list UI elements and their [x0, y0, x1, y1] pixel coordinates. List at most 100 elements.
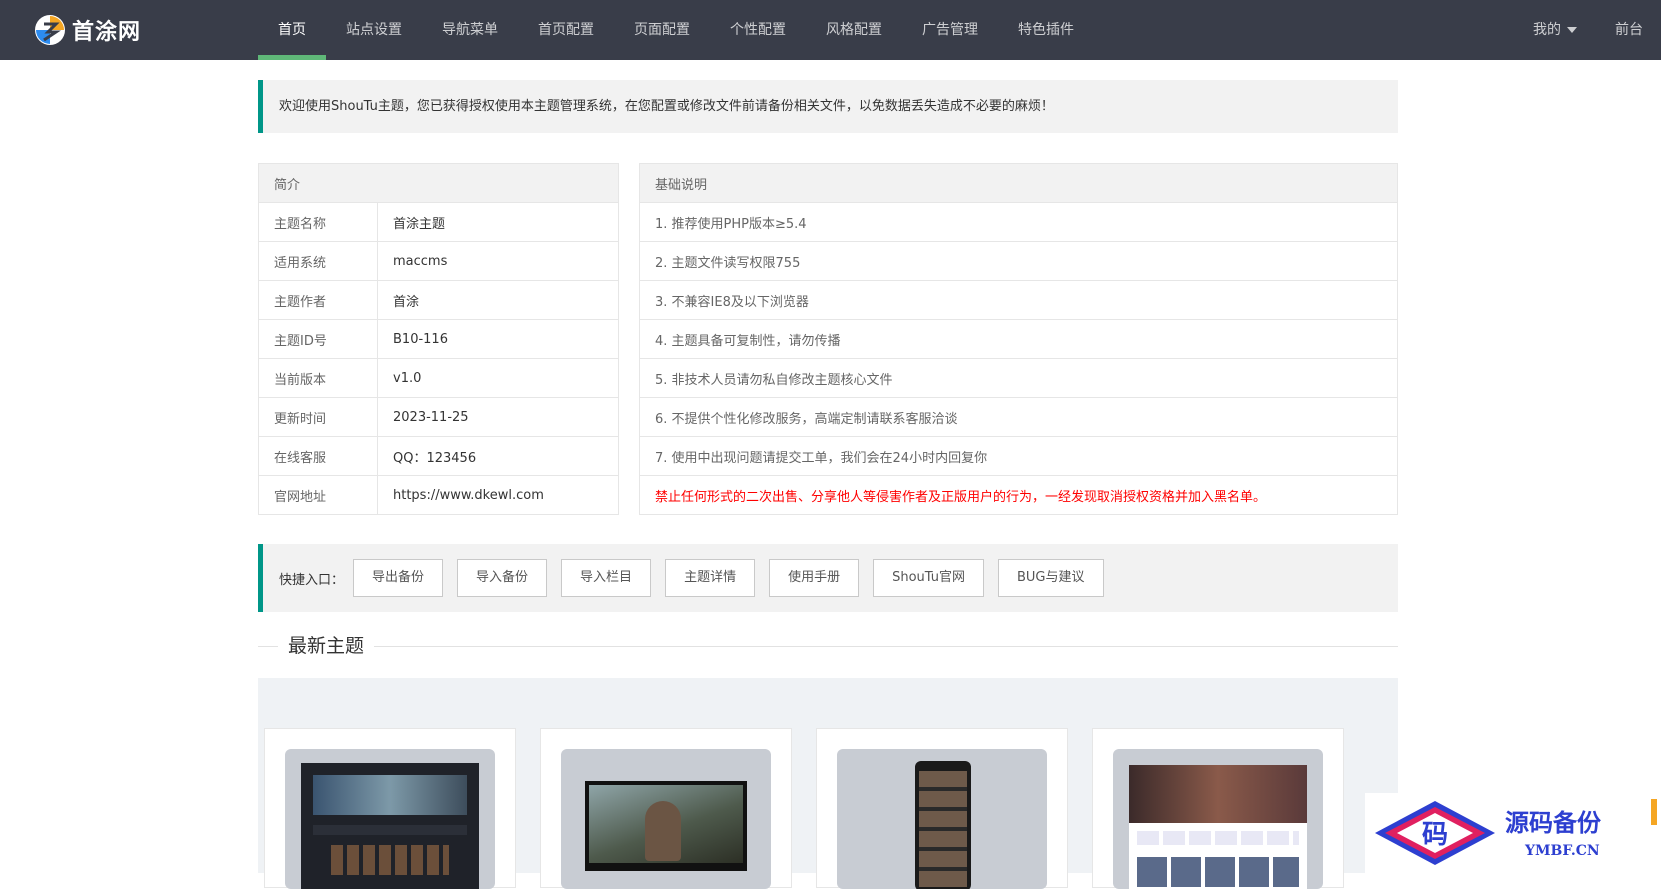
intro-value: 首涂主题	[377, 202, 619, 242]
table-row: 更新时间 2023-11-25	[258, 397, 619, 437]
table-row: 当前版本 v1.0	[258, 358, 619, 398]
user-manual-button[interactable]: 使用手册	[769, 559, 860, 597]
bug-feedback-button[interactable]: BUG与建议	[997, 559, 1104, 597]
nav-item-ad-management[interactable]: 广告管理	[902, 0, 998, 60]
brand-logo[interactable]: 首涂网	[34, 14, 141, 46]
import-backup-button[interactable]: 导入备份	[457, 559, 548, 597]
basic-item: 4. 主题具备可复制性，请勿传播	[639, 319, 1398, 359]
caret-down-icon	[1567, 27, 1577, 33]
intro-header: 简介	[258, 163, 619, 203]
intro-key: 官网地址	[258, 475, 378, 515]
preview-mobile-list	[919, 771, 967, 887]
svg-text:源码备份: 源码备份	[1505, 808, 1602, 837]
table-row: 6. 不提供个性化修改服务，高端定制请联系客服洽谈	[639, 397, 1398, 437]
theme-thumbnail[interactable]	[561, 749, 771, 889]
basic-table: 基础说明 1. 推荐使用PHP版本≥5.4 2. 主题文件读写权限755 3. …	[639, 163, 1398, 515]
nav-item-personal-config[interactable]: 个性配置	[710, 0, 806, 60]
intro-value: maccms	[377, 241, 619, 281]
table-row: 主题ID号 B10-116	[258, 319, 619, 359]
nav-item-home-config[interactable]: 首页配置	[518, 0, 614, 60]
latest-themes-heading: 最新主题	[258, 632, 1398, 660]
divider	[258, 646, 1398, 647]
user-menu[interactable]: 我的	[1533, 0, 1595, 60]
watermark-logo: 码 源码备份 YMBF.CN	[1365, 793, 1661, 873]
theme-preview-image	[301, 763, 479, 889]
intro-table: 简介 主题名称 首涂主题 适用系统 maccms 主题作者 首涂 主题ID号 B10-1…	[258, 163, 619, 515]
top-navbar: 首涂网 首页 站点设置 导航菜单 首页配置 页面配置 个性配置 风格配置 广告管…	[0, 0, 1661, 60]
intro-value: https://www.dkewl.com	[377, 475, 619, 515]
table-row: 适用系统 maccms	[258, 241, 619, 281]
intro-value: v1.0	[377, 358, 619, 398]
theme-card[interactable]	[816, 728, 1068, 889]
nav-item-nav-menu[interactable]: 导航菜单	[422, 0, 518, 60]
quick-entry-bar: 快捷入口： 导出备份 导入备份 导入栏目 主题详情 使用手册 ShouTu官网 …	[258, 544, 1398, 612]
basic-item: 6. 不提供个性化修改服务，高端定制请联系客服洽谈	[639, 397, 1398, 437]
preview-posters	[331, 845, 449, 875]
theme-card[interactable]	[540, 728, 792, 889]
intro-key: 适用系统	[258, 241, 378, 281]
warning-text: 禁止任何形式的二次出售、分享他人等侵害作者及正版用户的行为，一经发现取消授权资格…	[639, 475, 1398, 515]
theme-card[interactable]	[264, 728, 516, 889]
theme-preview-image	[915, 761, 971, 889]
intro-value: QQ：123456	[377, 436, 619, 476]
basic-item: 3. 不兼容IE8及以下浏览器	[639, 280, 1398, 320]
intro-value: 2023-11-25	[377, 397, 619, 437]
basic-item: 5. 非技术人员请勿私自修改主题核心文件	[639, 358, 1398, 398]
section-title: 最新主题	[278, 632, 375, 660]
svg-text:YMBF.CN: YMBF.CN	[1524, 843, 1600, 859]
user-nav: 我的 前台	[1513, 0, 1661, 60]
table-row: 1. 推荐使用PHP版本≥5.4	[639, 202, 1398, 242]
official-site-button[interactable]: ShouTu官网	[873, 559, 984, 597]
nav-item-style-config[interactable]: 风格配置	[806, 0, 902, 60]
table-row: 主题作者 首涂	[258, 280, 619, 320]
theme-preview-image	[1129, 765, 1307, 889]
intro-value: 首涂	[377, 280, 619, 320]
table-row: 主题名称 首涂主题	[258, 202, 619, 242]
intro-key: 在线客服	[258, 436, 378, 476]
quick-entry-label: 快捷入口：	[279, 572, 345, 588]
theme-preview-image	[585, 781, 747, 871]
preview-banner	[313, 775, 467, 815]
import-category-button[interactable]: 导入栏目	[561, 559, 652, 597]
theme-thumbnail[interactable]	[285, 749, 495, 889]
table-row: 3. 不兼容IE8及以下浏览器	[639, 280, 1398, 320]
basic-item: 2. 主题文件读写权限755	[639, 241, 1398, 281]
table-row: 4. 主题具备可复制性，请勿传播	[639, 319, 1398, 359]
nav-item-site-settings[interactable]: 站点设置	[326, 0, 422, 60]
table-row: 官网地址 https://www.dkewl.com	[258, 475, 619, 515]
nav-item-plugins[interactable]: 特色插件	[998, 0, 1094, 60]
nav-item-home[interactable]: 首页	[258, 0, 326, 60]
basic-item: 7. 使用中出现问题请提交工单，我们会在24小时内回复你	[639, 436, 1398, 476]
table-row: 2. 主题文件读写权限755	[639, 241, 1398, 281]
intro-key: 主题ID号	[258, 319, 378, 359]
intro-value: B10-116	[377, 319, 619, 359]
svg-text:码: 码	[1422, 820, 1448, 850]
table-row: 5. 非技术人员请勿私自修改主题核心文件	[639, 358, 1398, 398]
intro-key: 更新时间	[258, 397, 378, 437]
table-row: 禁止任何形式的二次出售、分享他人等侵害作者及正版用户的行为，一经发现取消授权资格…	[639, 475, 1398, 515]
export-backup-button[interactable]: 导出备份	[353, 559, 444, 597]
theme-thumbnail[interactable]	[1113, 749, 1323, 889]
intro-key: 主题作者	[258, 280, 378, 320]
intro-key: 主题名称	[258, 202, 378, 242]
theme-gallery	[258, 678, 1398, 889]
theme-thumbnail[interactable]	[837, 749, 1047, 889]
table-row: 7. 使用中出现问题请提交工单，我们会在24小时内回复你	[639, 436, 1398, 476]
nav-item-page-config[interactable]: 页面配置	[614, 0, 710, 60]
preview-posters	[1137, 857, 1299, 887]
user-menu-label: 我的	[1533, 22, 1561, 38]
main-nav: 首页 站点设置 导航菜单 首页配置 页面配置 个性配置 风格配置 广告管理 特色…	[258, 0, 1094, 60]
theme-card[interactable]	[1092, 728, 1344, 889]
frontend-link[interactable]: 前台	[1615, 0, 1661, 60]
theme-details-button[interactable]: 主题详情	[665, 559, 756, 597]
preview-bar	[313, 825, 467, 835]
intro-key: 当前版本	[258, 358, 378, 398]
logo-icon	[34, 14, 66, 46]
brand-name: 首涂网	[72, 19, 142, 45]
table-row: 在线客服 QQ：123456	[258, 436, 619, 476]
preview-chips	[1137, 831, 1299, 845]
welcome-notice: 欢迎使用ShouTu主题，您已获得授权使用本主题管理系统，在您配置或修改文件前请…	[258, 80, 1398, 133]
preview-banner	[1129, 765, 1307, 823]
preview-figure	[645, 801, 681, 861]
basic-header: 基础说明	[639, 163, 1398, 203]
